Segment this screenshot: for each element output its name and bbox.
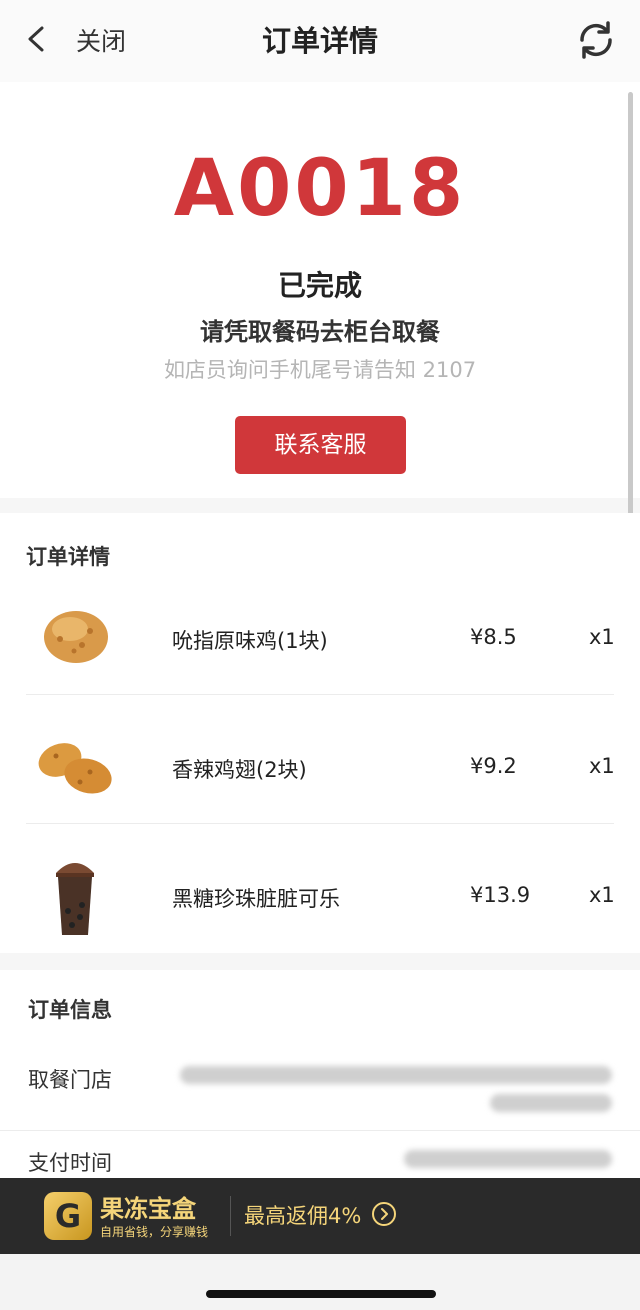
promo-banner[interactable]: G 果冻宝盒 自用省钱，分享赚钱 最高返佣4% [0,1178,640,1254]
page-title: 订单详情 [261,24,378,58]
item-quantity: x1 [589,883,615,907]
app-logo: G [44,1192,92,1240]
nav-bar: 关闭 订单详情 [0,0,640,82]
item-price: ¥13.9 [470,883,531,907]
divider [26,823,614,824]
bottom-safe-area [0,1254,640,1310]
order-info-section: 订单信息 取餐门店 支付时间 [0,970,640,1180]
pay-time-label: 支付时间 [28,1151,112,1175]
banner-slogan: 自用省钱，分享赚钱 [100,1225,209,1239]
order-item[interactable]: 黑糖珍珠脏脏可乐 ¥13.9 x1 [0,841,640,970]
item-name: 香辣鸡翅(2块) [172,758,307,782]
banner-rebate[interactable]: 最高返佣4% [244,1200,361,1230]
home-indicator[interactable] [206,1290,436,1298]
item-name: 吮指原味鸡(1块) [172,629,328,653]
phone-hint: 如店员询问手机尾号请告知 2107 [163,358,477,382]
order-details-title: 订单详情 [26,545,110,569]
chicken-wings-icon [38,743,112,794]
item-name: 黑糖珍珠脏脏可乐 [172,887,340,911]
pickup-code: A0018 [173,144,467,234]
chevron-right-circle-icon[interactable] [371,1201,397,1227]
item-quantity: x1 [589,625,615,649]
pickup-card: A0018 已完成 请凭取餐码去柜台取餐 如店员询问手机尾号请告知 2107 联… [0,82,640,498]
order-item[interactable]: 吮指原味鸡(1块) ¥8.5 x1 [0,583,640,712]
redacted-pay-time [404,1150,612,1168]
drink-cup-icon [56,863,94,935]
item-price: ¥8.5 [470,625,517,649]
order-details-section: 订单详情 吮指原味鸡(1块) ¥8.5 x1 香辣鸡翅(2块) ¥9.2 x1 [0,513,640,953]
pickup-instruction: 请凭取餐码去柜台取餐 [200,318,440,346]
order-item[interactable]: 香辣鸡翅(2块) ¥9.2 x1 [0,712,640,841]
fried-chicken-icon [44,611,108,663]
redacted-store-address [180,1066,612,1084]
banner-app-name: 果冻宝盒 [100,1195,196,1223]
order-status: 已完成 [277,269,362,302]
item-quantity: x1 [589,754,615,778]
redacted-store-address [490,1094,612,1112]
banner-divider [230,1196,231,1236]
contact-service-button[interactable]: 联系客服 [235,416,406,474]
item-price: ¥9.2 [470,754,517,778]
divider [0,1130,640,1131]
order-info-title: 订单信息 [28,998,112,1022]
divider [26,694,614,695]
store-label: 取餐门店 [28,1068,112,1092]
refresh-icon[interactable] [574,18,618,62]
